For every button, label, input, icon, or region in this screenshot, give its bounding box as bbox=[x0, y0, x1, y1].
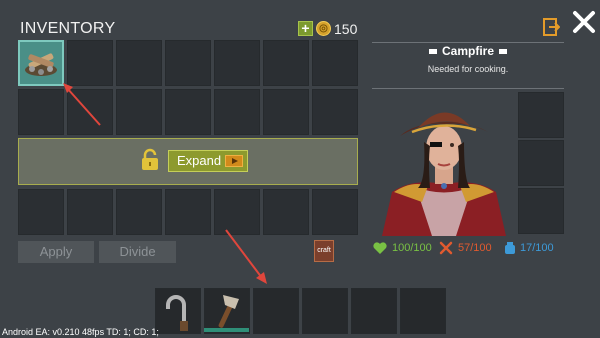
divide-button[interactable]: Divide bbox=[99, 241, 176, 263]
currency-value: 150 bbox=[334, 21, 358, 37]
inventory-slot[interactable] bbox=[263, 40, 309, 86]
durability-bar bbox=[204, 328, 249, 332]
inventory-slot[interactable] bbox=[67, 189, 113, 235]
inventory-slot[interactable] bbox=[116, 189, 162, 235]
inventory-slot[interactable] bbox=[263, 89, 309, 135]
inventory-slot[interactable] bbox=[116, 40, 162, 86]
hook-icon bbox=[166, 295, 188, 331]
water-bottle-icon bbox=[505, 242, 515, 254]
inventory-slot[interactable] bbox=[312, 89, 358, 135]
inventory-title: INVENTORY bbox=[20, 20, 116, 37]
hotbar-slot[interactable] bbox=[302, 288, 348, 334]
inventory-slot[interactable] bbox=[312, 40, 358, 86]
apply-button[interactable]: Apply bbox=[18, 241, 94, 263]
hotbar-slot[interactable] bbox=[351, 288, 397, 334]
annotation-arrow bbox=[225, 229, 267, 284]
expand-label: Expand bbox=[177, 153, 222, 168]
inventory-slot[interactable] bbox=[165, 40, 211, 86]
divider bbox=[372, 42, 564, 43]
character-portrait bbox=[372, 92, 516, 236]
inventory-slot[interactable] bbox=[165, 89, 211, 135]
inventory-slot[interactable] bbox=[165, 189, 211, 235]
exit-icon[interactable] bbox=[543, 18, 560, 36]
inventory-slot[interactable] bbox=[214, 40, 260, 86]
expand-button[interactable]: Expand bbox=[168, 150, 248, 172]
equipment-slot[interactable] bbox=[518, 188, 564, 234]
health-value: 100/100 bbox=[392, 242, 432, 254]
close-icon[interactable] bbox=[572, 10, 596, 34]
banner-right-icon bbox=[499, 49, 507, 55]
item-description: Needed for cooking. bbox=[427, 64, 509, 74]
thirst-value: 17/100 bbox=[520, 242, 554, 254]
inventory-slot[interactable] bbox=[214, 89, 260, 135]
add-currency-button[interactable]: + bbox=[298, 21, 313, 36]
item-name: Campfire bbox=[372, 44, 564, 58]
arrow-right-icon bbox=[225, 155, 243, 167]
coin-icon: ◎ bbox=[316, 21, 331, 36]
padlock-icon bbox=[142, 148, 158, 170]
equipment-slot[interactable] bbox=[518, 92, 564, 138]
banner-left-icon bbox=[428, 49, 437, 55]
hunger-value: 57/100 bbox=[458, 242, 492, 254]
heart-icon bbox=[373, 242, 387, 254]
debug-overlay: Android EA: v0.210 48fps TD: 1; CD: 1; bbox=[2, 327, 159, 337]
equipment-slot[interactable] bbox=[518, 140, 564, 186]
hotbar-slot[interactable] bbox=[253, 288, 299, 334]
hotbar-slot-hook[interactable] bbox=[155, 288, 201, 334]
inventory-slot[interactable] bbox=[116, 89, 162, 135]
fork-knife-icon bbox=[439, 241, 453, 255]
annotation-arrow bbox=[63, 83, 101, 126]
hotbar-slot[interactable] bbox=[400, 288, 446, 334]
craft-book-icon[interactable]: craft bbox=[314, 240, 334, 262]
inventory-slot[interactable] bbox=[312, 189, 358, 235]
stone-axe-icon bbox=[218, 295, 239, 328]
divider bbox=[372, 88, 564, 89]
inventory-slot[interactable] bbox=[18, 189, 64, 235]
